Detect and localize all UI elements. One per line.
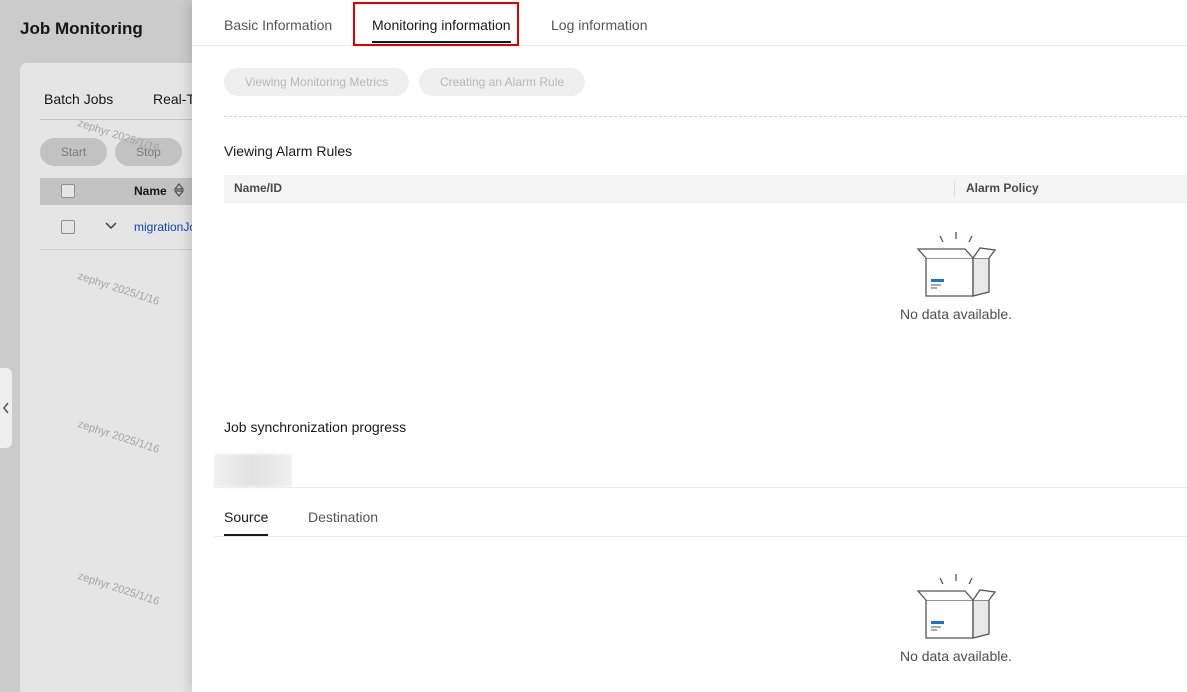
empty-box-icon (886, 570, 1026, 642)
blurred-chip (214, 454, 292, 487)
view-monitoring-metrics-button[interactable]: Viewing Monitoring Metrics (224, 68, 409, 96)
column-header-alarm-policy: Alarm Policy (966, 181, 1039, 195)
alarm-empty-state: No data available. (886, 228, 1026, 322)
column-divider (954, 181, 955, 197)
empty-message: No data available. (899, 306, 1013, 322)
progress-empty-state: No data available. (886, 570, 1026, 664)
alarm-table-header: Name/ID Alarm Policy (224, 175, 1187, 203)
tab-basic-information[interactable]: Basic Information (224, 17, 332, 33)
section-divider (224, 116, 1187, 117)
tab-monitoring-information[interactable]: Monitoring information (372, 17, 511, 33)
active-tab-indicator (372, 41, 511, 43)
alarm-rules-title: Viewing Alarm Rules (224, 143, 353, 159)
job-detail-drawer: Basic Information Monitoring information… (192, 0, 1187, 692)
progress-sub-tabs: Source Destination (214, 487, 1187, 537)
create-alarm-rule-button[interactable]: Creating an Alarm Rule (419, 68, 585, 96)
empty-box-icon (886, 228, 1026, 300)
drawer-tab-bar: Basic Information Monitoring information… (192, 0, 1187, 46)
empty-message: No data available. (899, 648, 1013, 664)
column-header-name-id: Name/ID (234, 181, 283, 195)
chevron-left-icon[interactable] (0, 368, 12, 448)
tab-log-information[interactable]: Log information (551, 17, 648, 33)
tab-destination[interactable]: Destination (308, 509, 378, 525)
tab-source[interactable]: Source (224, 509, 268, 525)
sync-progress-title: Job synchronization progress (224, 419, 407, 435)
active-sub-tab-indicator (224, 534, 268, 536)
